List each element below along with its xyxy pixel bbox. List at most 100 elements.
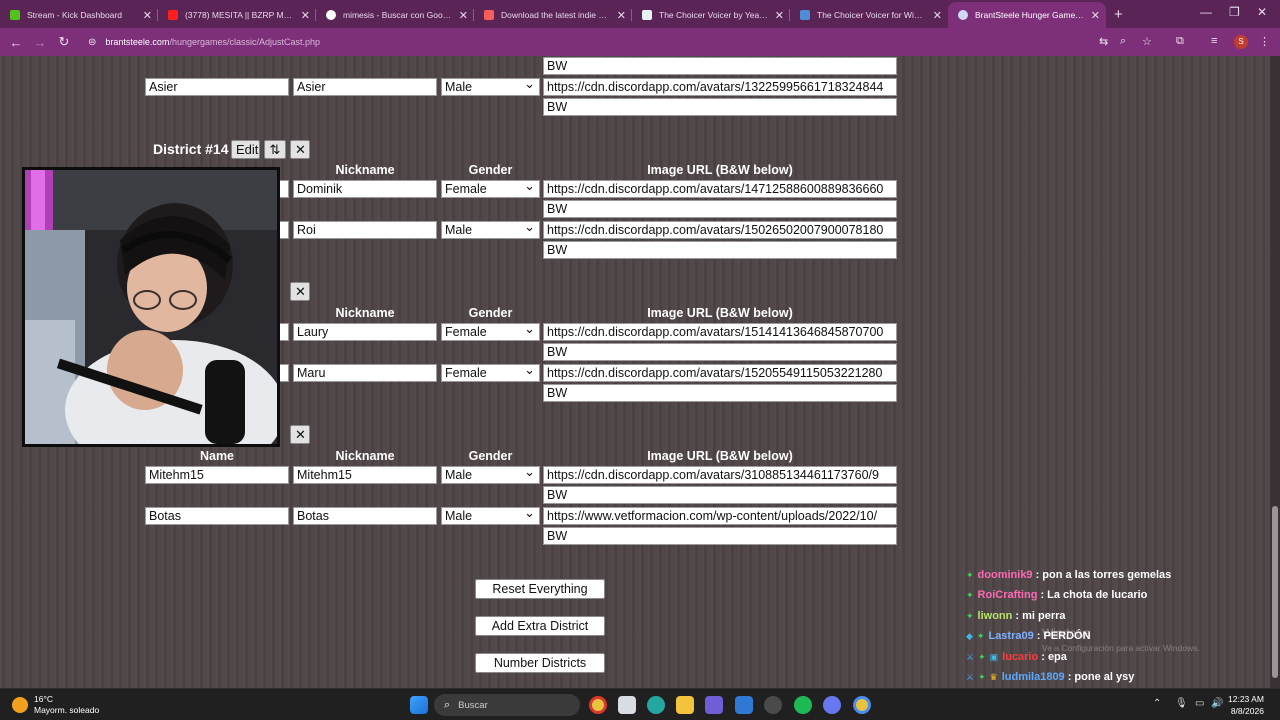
app-icon[interactable] [764, 696, 782, 714]
delete-district-button[interactable]: ✕ [290, 425, 310, 444]
close-tab-icon[interactable]: ✕ [775, 9, 784, 22]
nickname-field[interactable]: Laury [293, 323, 437, 341]
chat-username[interactable]: lucario [1002, 651, 1038, 663]
tab-choicer-voicer-windows[interactable]: The Choicer Voicer for Window ✕ [790, 2, 948, 28]
nickname-field[interactable]: Maru [293, 364, 437, 382]
bw-url-field[interactable]: BW [543, 98, 897, 116]
gender-select[interactable]: Male [441, 505, 540, 525]
chat-username[interactable]: ludmila1809 [1002, 671, 1065, 683]
close-tab-icon[interactable]: ✕ [301, 9, 310, 22]
close-window-icon[interactable]: ✕ [1257, 5, 1267, 19]
tab-brantsteele[interactable]: BrantSteele Hunger Games Simu ✕ [948, 2, 1106, 28]
tab-itchio-download[interactable]: Download the latest indie gam ✕ [474, 2, 632, 28]
page-scrollbar[interactable] [1270, 56, 1280, 688]
minimize-icon[interactable]: — [1200, 5, 1212, 19]
gender-select[interactable]: Male [441, 464, 540, 484]
clock[interactable]: 12:23 AM 8/8/2026 [1228, 693, 1264, 717]
close-tab-icon[interactable]: ✕ [459, 9, 468, 22]
media-controls-icon[interactable]: ≡ [1211, 35, 1217, 47]
chat-username[interactable]: RoiCrafting [978, 589, 1038, 601]
edge-icon[interactable] [647, 696, 665, 714]
gender-select[interactable]: Female [441, 362, 540, 382]
bw-url-field[interactable]: BW [543, 343, 897, 361]
file-explorer-icon[interactable] [676, 696, 694, 714]
nickname-field[interactable]: Asier [293, 78, 437, 96]
weather-widget[interactable]: 16°C Mayorm. soleado [12, 694, 99, 716]
gender-select[interactable]: Male [441, 219, 540, 239]
image-url-field[interactable]: https://cdn.discordapp.com/avatars/15205… [543, 364, 897, 382]
translate-icon[interactable]: ⇆ [1099, 35, 1108, 48]
name-field[interactable]: Mitehm15 [145, 466, 289, 484]
chrome-profile-icon[interactable] [853, 696, 871, 714]
discord-icon[interactable] [823, 696, 841, 714]
bookmark-star-icon[interactable]: ☆ [1142, 35, 1152, 48]
image-url-field[interactable]: https://cdn.discordapp.com/avatars/31088… [543, 466, 897, 484]
microphone-icon[interactable]: 🎙 [1175, 698, 1188, 709]
chat-username[interactable]: liwonn [978, 610, 1013, 622]
bw-url-field[interactable]: BW [543, 527, 897, 545]
delete-district-button[interactable]: ✕ [290, 140, 310, 159]
tray-overflow-icon[interactable]: ⌃ [1153, 698, 1161, 709]
nickname-header: Nickname [335, 163, 395, 177]
image-url-field[interactable]: https://cdn.discordapp.com/avatars/14712… [543, 180, 897, 198]
chrome-icon[interactable] [589, 696, 607, 714]
image-url-field[interactable]: https://cdn.discordapp.com/avatars/15026… [543, 221, 897, 239]
nickname-field[interactable]: Dominik [293, 180, 437, 198]
image-url-field[interactable]: https://cdn.discordapp.com/avatars/13225… [543, 78, 897, 96]
edit-district-button[interactable]: Edit [231, 140, 260, 159]
extensions-icon[interactable]: ⧉ [1176, 35, 1184, 48]
tab-kick-dashboard[interactable]: Stream - Kick Dashboard ✕ [0, 2, 158, 28]
close-tab-icon[interactable]: ✕ [933, 9, 942, 22]
reload-icon[interactable]: ↻ [52, 34, 76, 50]
gender-select[interactable]: Female [441, 178, 540, 198]
chat-badge-icon: ✦ [978, 651, 986, 662]
nickname-field[interactable]: Roi [293, 221, 437, 239]
image-url-field[interactable]: https://www.vetformacion.com/wp-content/… [543, 507, 897, 525]
bw-url-field[interactable]: BW [543, 241, 897, 259]
profile-avatar[interactable]: S [1234, 35, 1248, 49]
volume-icon[interactable]: 🔊 [1211, 698, 1223, 709]
restore-icon[interactable]: ❐ [1229, 5, 1240, 19]
gender-select[interactable]: Male [441, 76, 540, 96]
close-tab-icon[interactable]: ✕ [1091, 9, 1100, 22]
forward-arrow-icon[interactable]: → [28, 35, 52, 50]
add-extra-district-button[interactable]: Add Extra District [475, 616, 605, 636]
close-tab-icon[interactable]: ✕ [617, 9, 626, 22]
image-url-field[interactable]: https://cdn.discordapp.com/avatars/15141… [543, 323, 897, 341]
chat-username[interactable]: Lastra09 [988, 630, 1033, 642]
bw-url-field[interactable]: BW [543, 384, 897, 402]
nickname-field[interactable]: Mitehm15 [293, 466, 437, 484]
tab-label: BrantSteele Hunger Games Simu [975, 10, 1084, 20]
bw-url-field[interactable]: BW [543, 486, 897, 504]
scrollbar-thumb[interactable] [1272, 506, 1278, 678]
bw-url-field[interactable]: BW [543, 200, 897, 218]
spotify-icon[interactable] [794, 696, 812, 714]
name-field[interactable]: Asier [145, 78, 289, 96]
address-bar[interactable]: ⊜ brantsteele.com /hungergames/classic/A… [80, 31, 1090, 53]
bw-url-field[interactable]: BW [543, 57, 897, 75]
tab-youtube[interactable]: (3778) MESITA || BZRP Music Se ✕ [158, 2, 316, 28]
gender-select[interactable]: Female [441, 321, 540, 341]
taskbar-search[interactable]: ⌕ Buscar [434, 694, 580, 716]
tab-choicer-voicer-itch[interactable]: The Choicer Voicer by YeahMay ✕ [632, 2, 790, 28]
network-icon[interactable]: ▭ [1195, 698, 1204, 709]
reset-everything-button[interactable]: Reset Everything [475, 579, 605, 599]
back-arrow-icon[interactable]: ← [4, 35, 28, 50]
zoom-icon[interactable]: ⌕ [1120, 35, 1126, 48]
nickname-field[interactable]: Botas [293, 507, 437, 525]
gift-badge-icon: ▣ [989, 651, 999, 662]
menu-icon[interactable]: ⋮ [1259, 35, 1270, 48]
teams-icon[interactable] [705, 696, 723, 714]
number-districts-button[interactable]: Number Districts [475, 653, 605, 673]
new-tab-button[interactable]: + [1106, 6, 1131, 28]
name-field[interactable]: Botas [145, 507, 289, 525]
mail-icon[interactable] [735, 696, 753, 714]
delete-district-button[interactable]: ✕ [290, 282, 310, 301]
site-info-icon[interactable]: ⊜ [88, 37, 96, 48]
tab-google-search[interactable]: mimesis - Buscar con Google ✕ [316, 2, 474, 28]
store-icon[interactable] [618, 696, 636, 714]
sort-district-button[interactable]: ⇅ [264, 140, 286, 159]
close-tab-icon[interactable]: ✕ [143, 9, 152, 22]
chat-username[interactable]: doominik9 [978, 569, 1033, 581]
start-icon[interactable] [410, 696, 428, 714]
